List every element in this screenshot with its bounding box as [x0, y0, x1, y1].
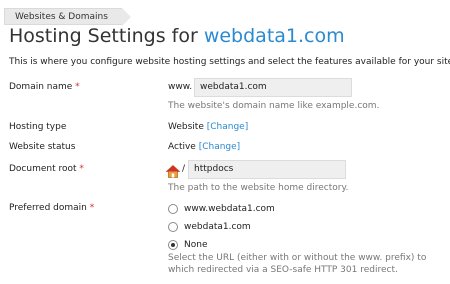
domain-name-field[interactable]: webdata1.com: [194, 78, 352, 97]
website-status-label: Website status: [9, 142, 76, 152]
required-marker: *: [89, 203, 95, 213]
radio-button[interactable]: [168, 204, 178, 214]
page-intro: This is where you configure website host…: [9, 57, 450, 67]
breadcrumb-item-websites-domains[interactable]: Websites & Domains: [4, 8, 131, 26]
hosting-type-value: Website [Change]: [168, 122, 249, 132]
preferred-domain-label: Preferred domain *: [9, 203, 95, 213]
required-marker: *: [75, 82, 80, 92]
page-title-domain[interactable]: webdata1.com: [204, 25, 345, 47]
preferred-domain-option-bare[interactable]: webdata1.com: [168, 220, 251, 234]
preferred-domain-option-www[interactable]: www.webdata1.com: [168, 202, 275, 216]
required-marker: *: [79, 164, 84, 174]
domain-prefix: www.: [168, 82, 193, 92]
radio-label: www.webdata1.com: [184, 204, 275, 214]
website-status-value: Active [Change]: [168, 142, 241, 152]
preferred-domain-option-none[interactable]: None: [168, 238, 207, 252]
page-title-prefix: Hosting Settings for: [9, 25, 204, 47]
hosting-type-label: Hosting type: [9, 122, 67, 132]
radio-button[interactable]: [168, 222, 178, 232]
radio-button-selected[interactable]: [168, 240, 178, 250]
breadcrumb: Websites & Domains: [4, 4, 131, 26]
home-icon: [165, 163, 181, 178]
document-root-field[interactable]: httpdocs: [188, 160, 346, 179]
radio-label: None: [184, 240, 208, 250]
document-root-label: Document root *: [9, 164, 84, 174]
website-status-change-link[interactable]: [Change]: [199, 142, 240, 152]
preferred-domain-hint: Select the URL (either with or without t…: [168, 253, 427, 275]
domain-name-label: Domain name *: [9, 82, 80, 92]
radio-label: webdata1.com: [184, 222, 251, 232]
domain-name-hint: The website's domain name like example.c…: [168, 101, 380, 111]
hosting-type-change-link[interactable]: [Change]: [207, 122, 248, 132]
document-root-hint: The path to the website home directory.: [168, 183, 349, 193]
page-title: Hosting Settings for webdata1.com: [9, 25, 345, 47]
document-root-slash: /: [182, 164, 186, 174]
